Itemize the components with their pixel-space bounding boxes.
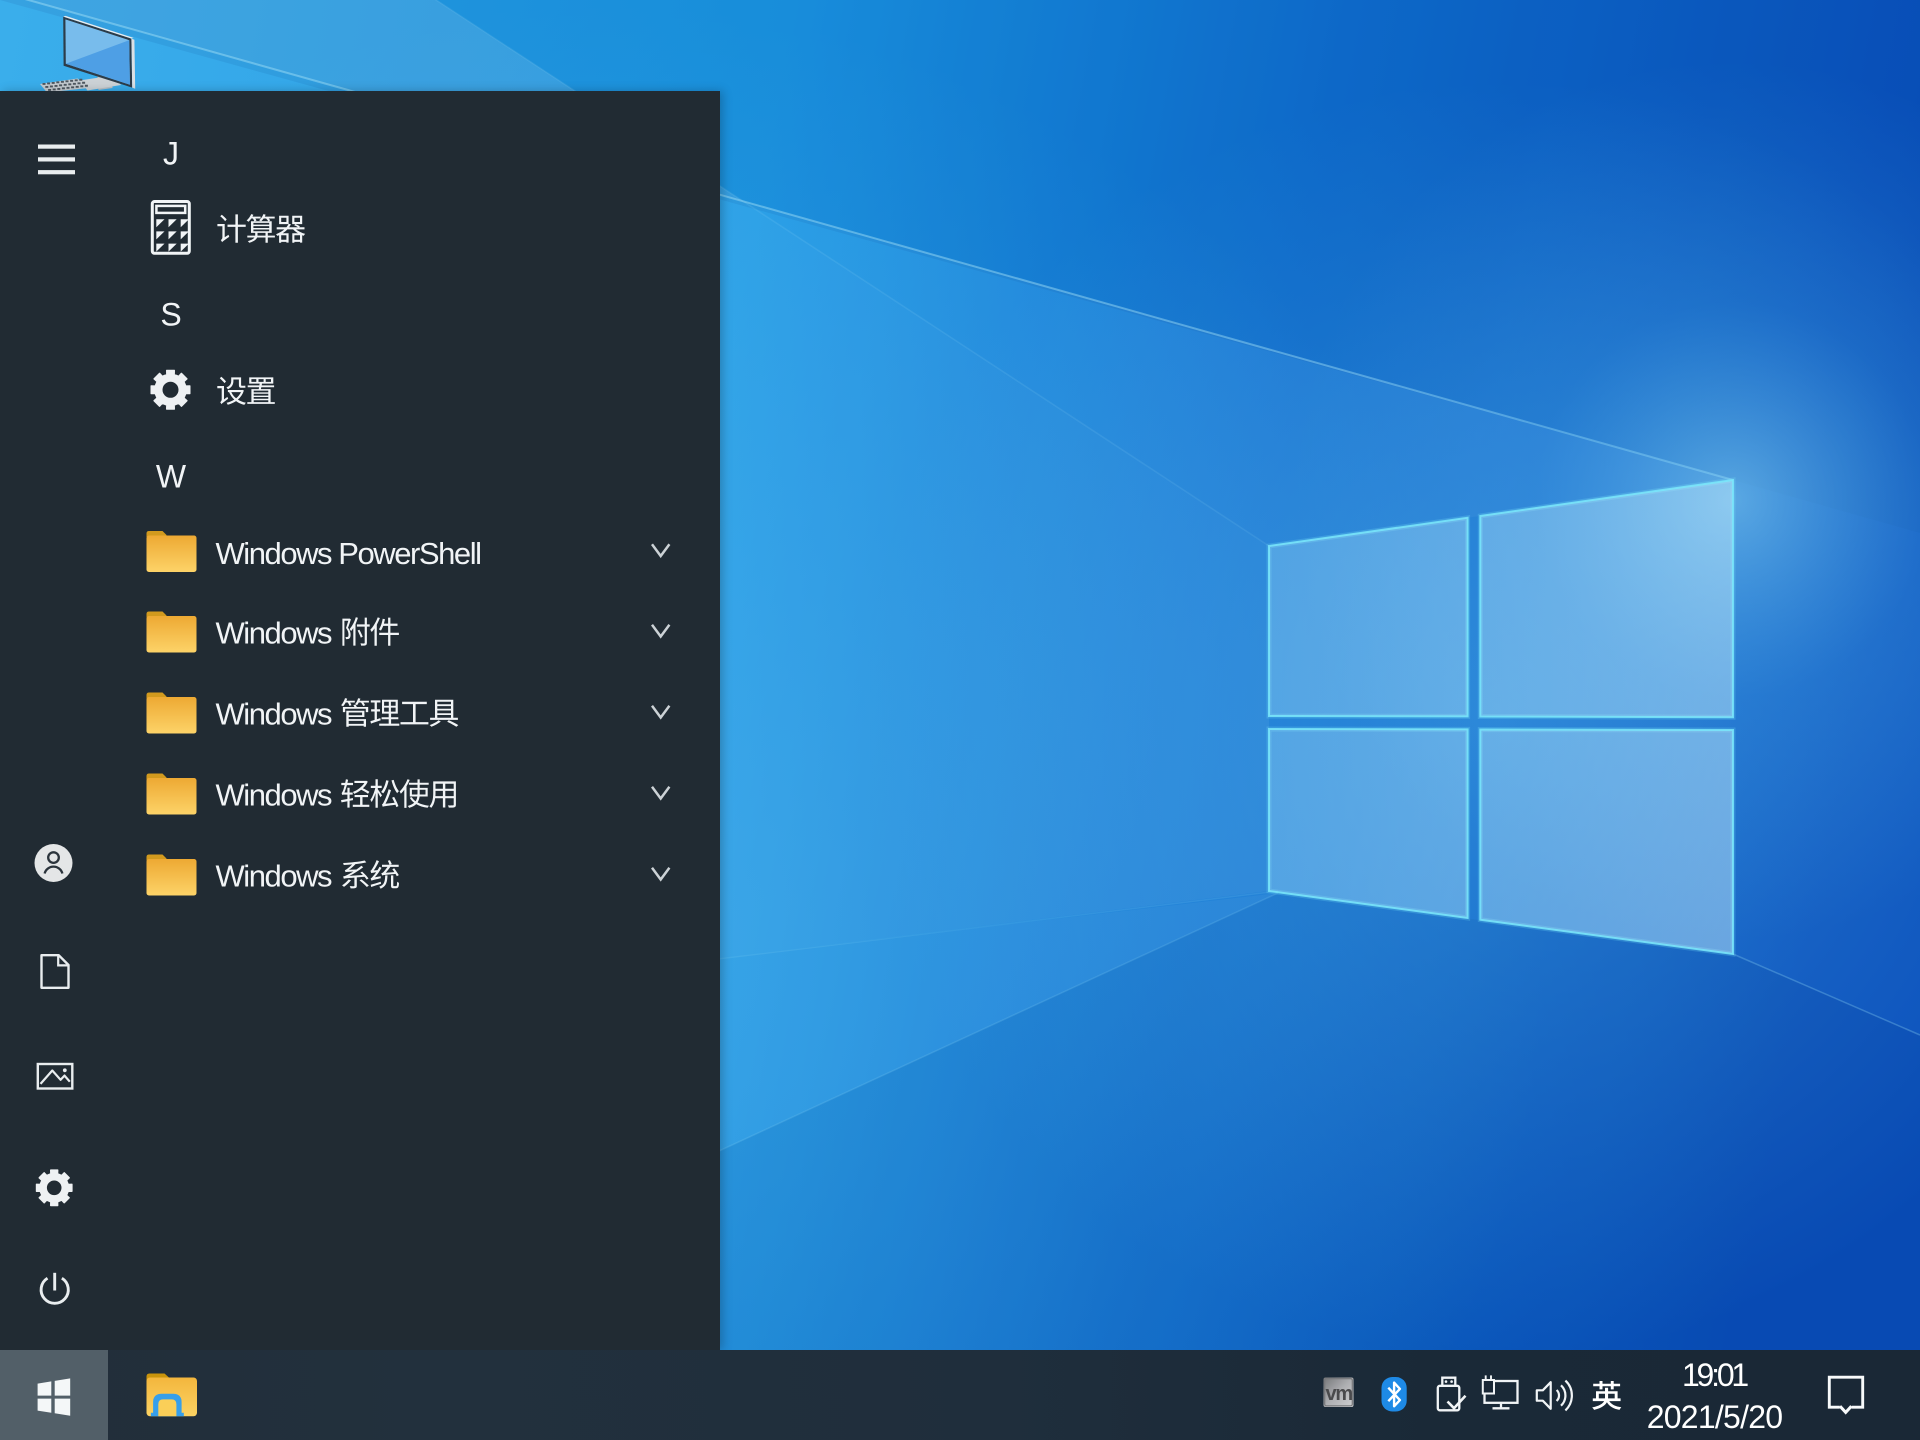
svg-text:J: J <box>163 136 179 172</box>
svg-text:Windows: Windows <box>216 615 333 650</box>
svg-text:2021/5/20: 2021/5/20 <box>1647 1399 1783 1435</box>
svg-text:19:01: 19:01 <box>1682 1357 1748 1393</box>
svg-text:Windows: Windows <box>216 696 333 731</box>
svg-text:vm: vm <box>1325 1383 1352 1405</box>
svg-text:Windows: Windows <box>216 777 333 812</box>
svg-text:W: W <box>156 459 187 495</box>
svg-text:Windows PowerShell: Windows PowerShell <box>216 536 481 571</box>
svg-text:S: S <box>160 297 181 333</box>
svg-text:Windows: Windows <box>216 858 333 893</box>
